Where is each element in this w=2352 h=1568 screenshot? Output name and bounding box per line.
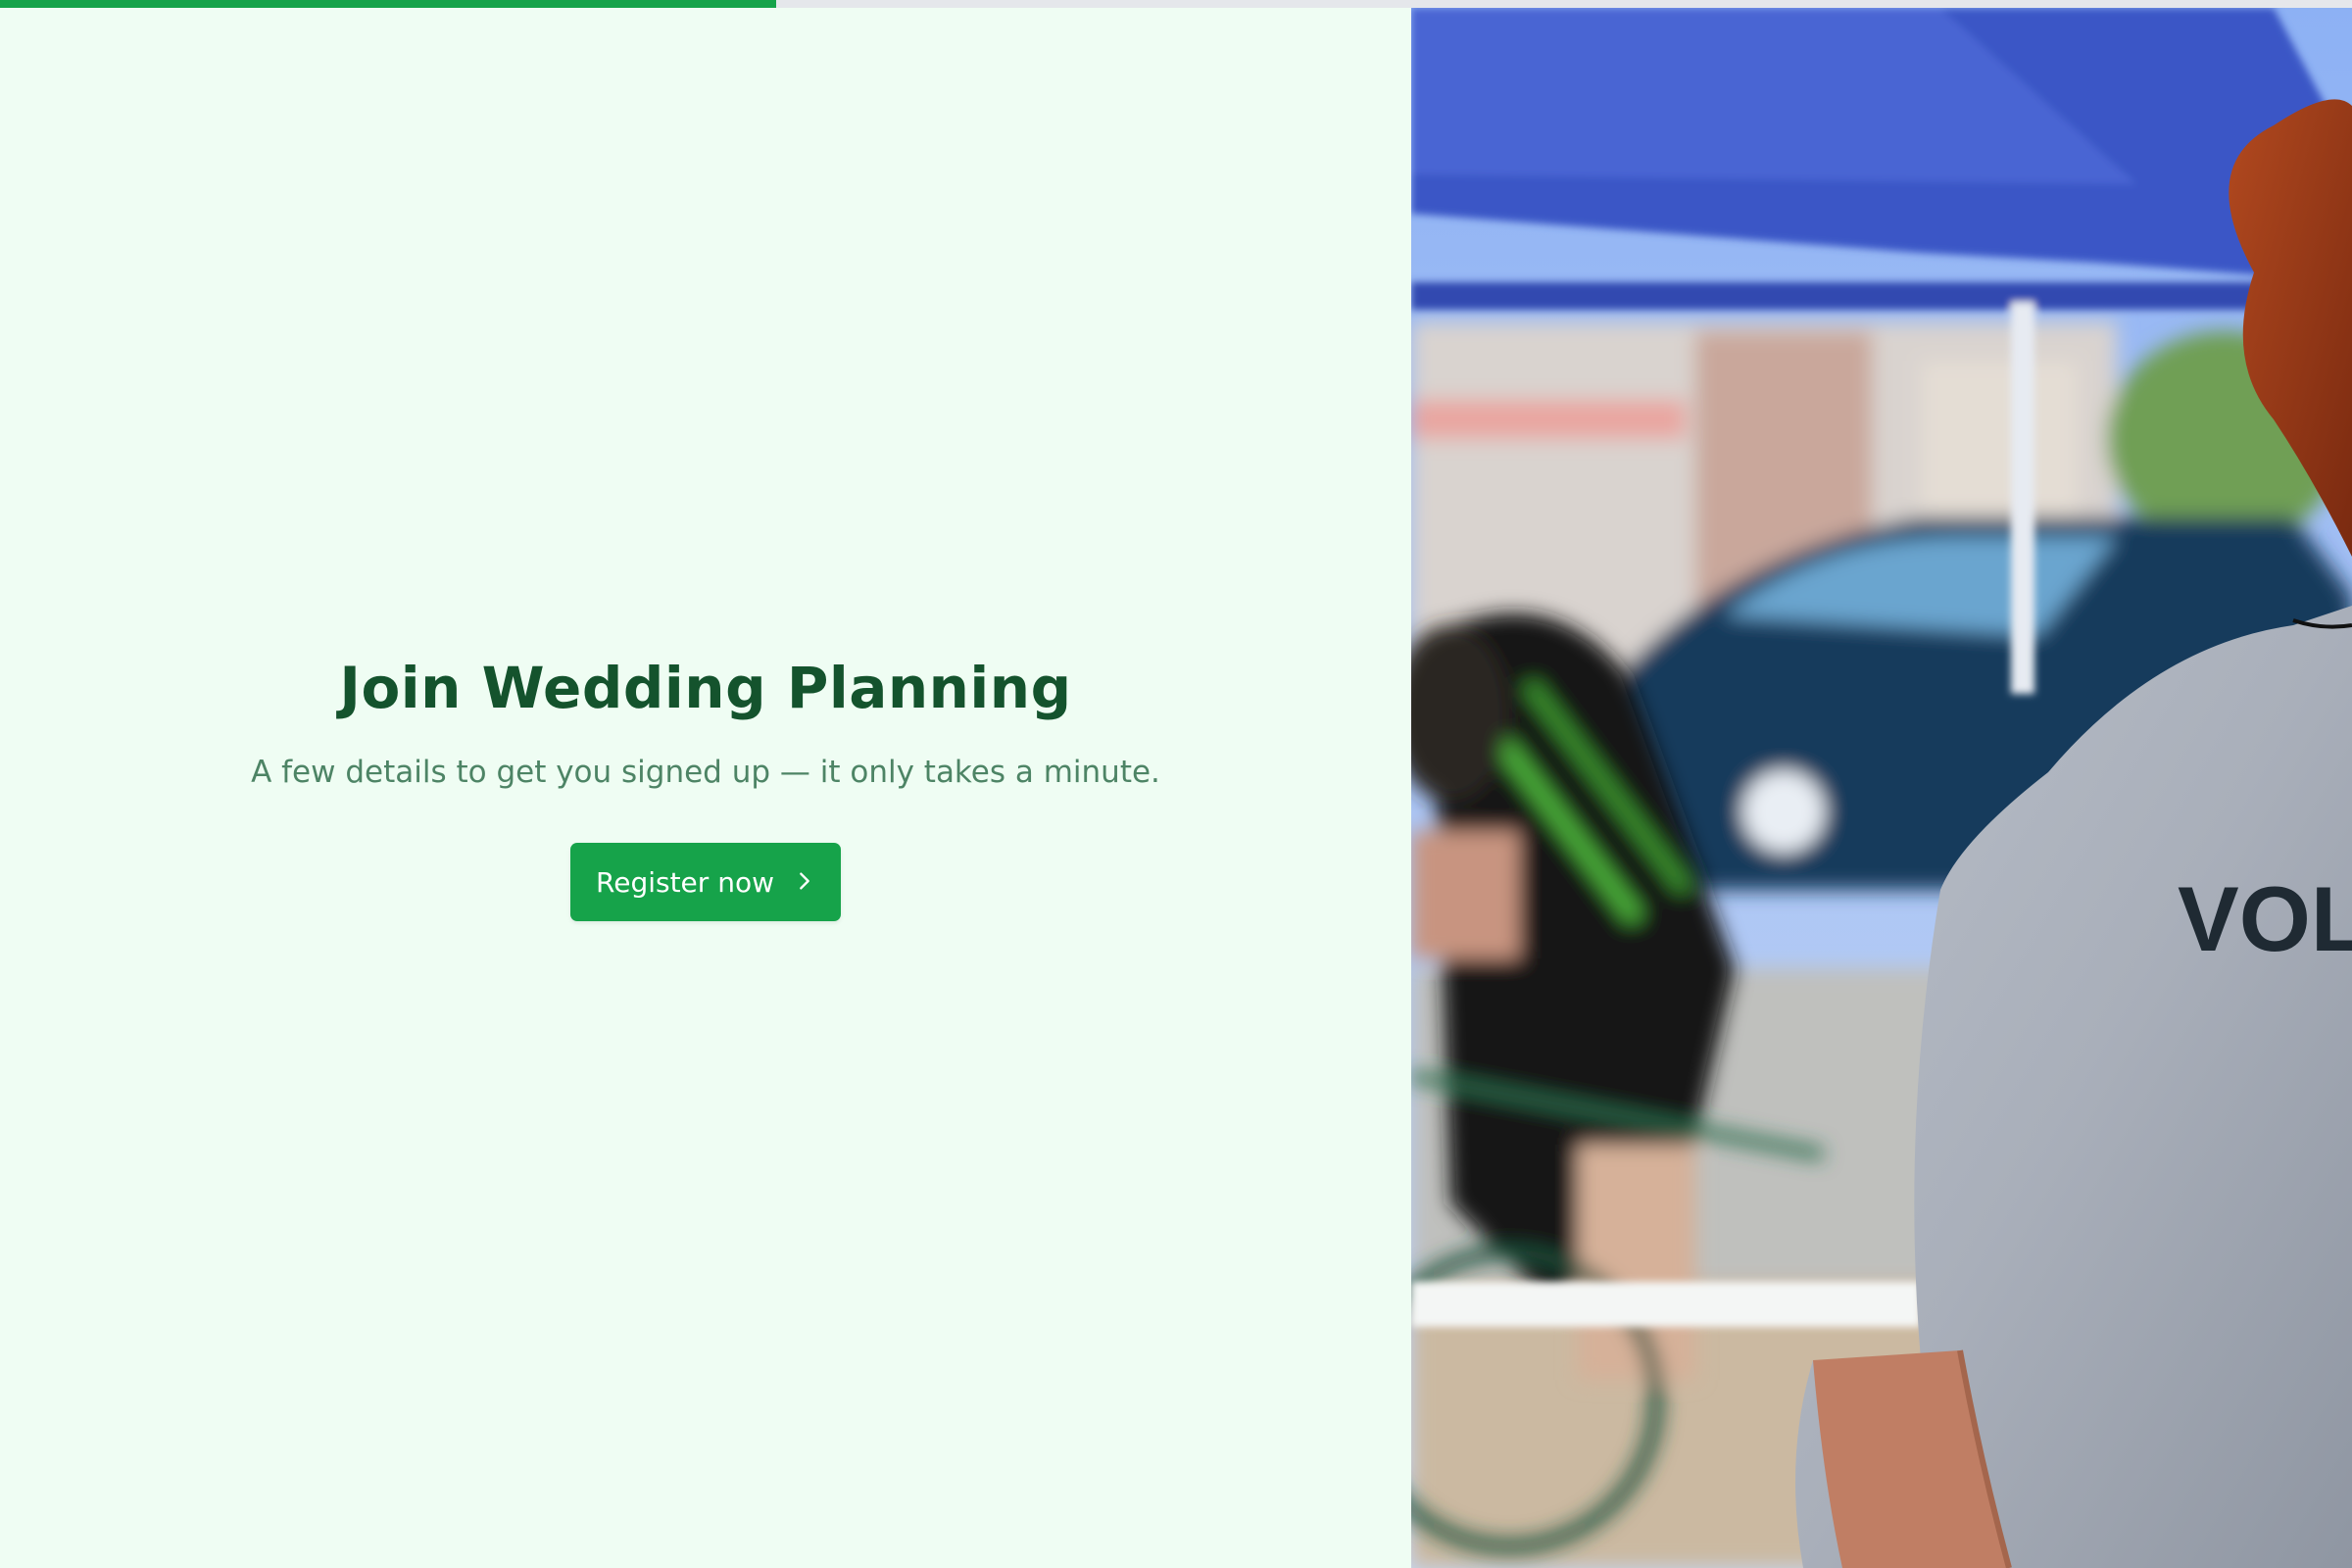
signup-intro-panel: Join Wedding Planning A few details to g… [0,8,1411,1568]
page-title: Join Wedding Planning [339,655,1072,721]
hero-photo: VOL [1411,8,2352,1568]
shirt-text: VOL [2178,867,2352,970]
register-now-button[interactable]: Register now [570,843,841,921]
volunteer-photo-illustration: VOL [1411,8,2352,1568]
page-subtitle: A few details to get you signed up — it … [251,755,1160,790]
progress-bar [0,0,2352,8]
register-now-label: Register now [596,865,774,899]
progress-bar-fill [0,0,776,8]
chevron-right-icon [794,866,815,899]
